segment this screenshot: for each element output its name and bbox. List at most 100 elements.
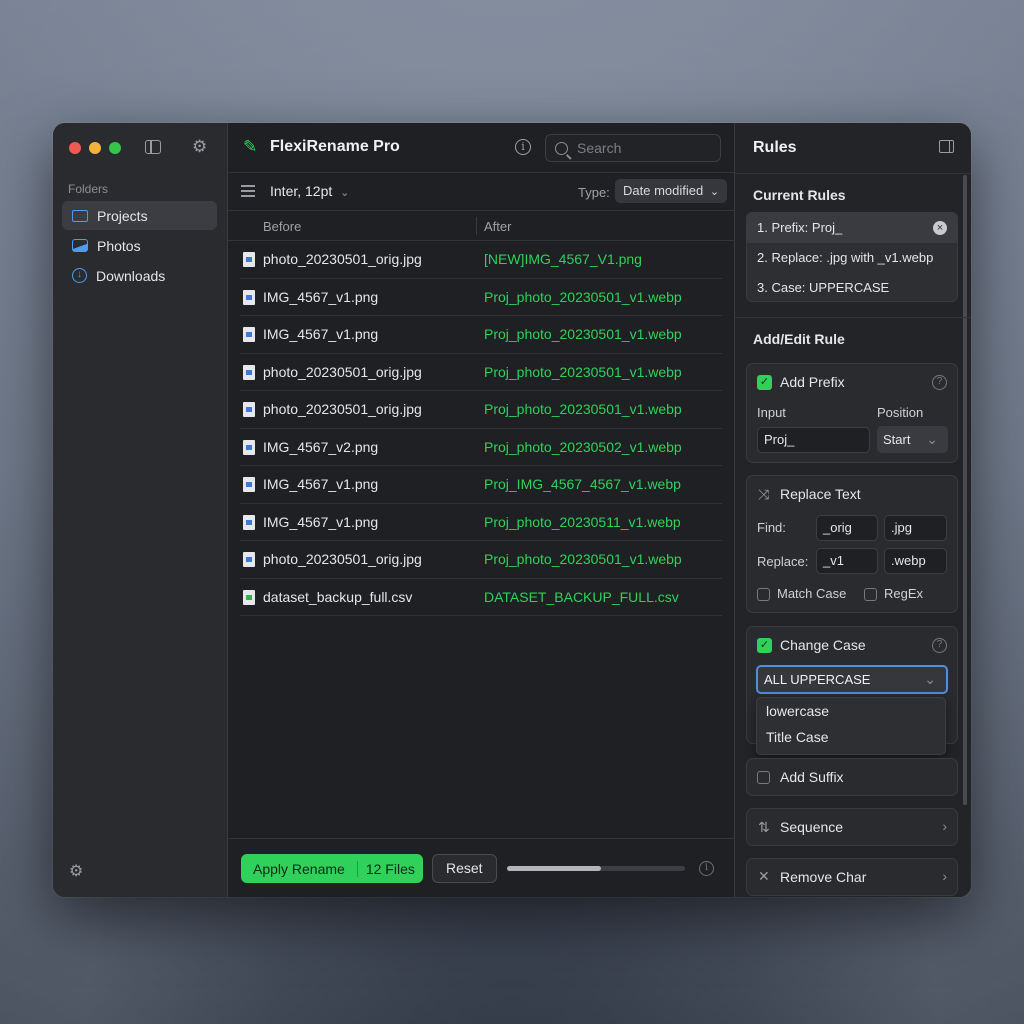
current-rules-heading: Current Rules — [753, 187, 846, 203]
type-select[interactable]: Date modified ⌄ — [615, 179, 728, 203]
sidebar-toggle-icon[interactable] — [145, 140, 161, 154]
before-filename: photo_20230501_orig.jpg — [263, 551, 422, 567]
add-edit-rule-heading: Add/Edit Rule — [753, 331, 845, 347]
column-header-before[interactable]: Before — [263, 219, 301, 234]
sidebar-item-downloads[interactable]: ↓ Downloads — [62, 261, 217, 290]
window-controls — [69, 142, 121, 154]
before-filename: IMG_4567_v2.png — [263, 438, 379, 455]
table-row[interactable]: IMG_4567_v1.png Proj_photo_20230501_v1.we… — [240, 316, 722, 354]
table-row[interactable]: IMG_4567_v1.png Proj_IMG_4567_4567_v1.web… — [240, 466, 722, 504]
divider — [735, 317, 971, 318]
table-body: photo_20230501_orig.jpg [NEW]IMG_4567_V1.… — [228, 241, 734, 616]
replace-input-1[interactable]: _v1 — [816, 548, 878, 574]
font-selector[interactable]: Inter, 12pt ⌄ — [270, 183, 349, 199]
table-header: Before After — [228, 211, 734, 241]
table-row[interactable]: photo_20230501_orig.jpg [NEW]IMG_4567_V1.… — [240, 241, 722, 279]
rule-item[interactable]: 1. Prefix: Proj_ × — [747, 213, 957, 243]
replace-label: Replace: — [757, 554, 809, 569]
info-icon[interactable]: i — [699, 861, 714, 876]
current-rules-list: 1. Prefix: Proj_ × 2. Replace: .jpg with… — [746, 212, 958, 302]
search-input[interactable] — [577, 140, 707, 156]
sidebar-item-photos[interactable]: Photos — [62, 231, 217, 260]
add-suffix-checkbox[interactable] — [757, 771, 770, 784]
chevron-down-icon: ⌄ — [924, 671, 936, 687]
change-case-card: ✓ Change Case ? ALL UPPERCASE ⌄ lowercas… — [746, 626, 958, 755]
column-divider[interactable] — [476, 217, 477, 235]
after-filename: Proj_photo_20230501_v1.webp — [484, 288, 682, 305]
sidebar-item-label: Photos — [97, 237, 141, 254]
help-icon[interactable]: ? — [932, 638, 947, 653]
prefix-input[interactable]: Proj_ — [757, 427, 870, 453]
image-file-icon — [243, 402, 255, 417]
after-filename: [NEW]IMG_4567_V1.png — [484, 251, 642, 267]
settings-gear-icon[interactable]: ⚙ — [69, 861, 83, 881]
replace-input-2[interactable]: .webp — [884, 548, 947, 574]
panel-toggle-icon[interactable] — [939, 140, 954, 153]
close-window-button[interactable] — [69, 142, 81, 154]
find-input-2[interactable]: .jpg — [884, 515, 947, 541]
table-row[interactable]: photo_20230501_orig.jpg Proj_photo_202305… — [240, 391, 722, 429]
image-file-icon — [243, 439, 255, 455]
table-row[interactable]: IMG_4567_v2.png Proj_photo_20230502_v1.we… — [240, 429, 722, 466]
case-select[interactable]: ALL UPPERCASE ⌄ — [756, 665, 948, 694]
table-row[interactable]: photo_20230501_orig.jpg Proj_photo_202305… — [240, 354, 722, 391]
table-row[interactable]: photo_20230501_orig.jpg Proj_photo_202305… — [240, 541, 722, 579]
add-prefix-checkbox[interactable]: ✓ — [757, 375, 772, 390]
download-icon: ↓ — [72, 268, 87, 283]
font-selector-value: Inter, 12pt — [270, 183, 333, 199]
add-prefix-card: ✓ Add Prefix ? Input Position Proj_ Star… — [746, 363, 958, 463]
table-row[interactable]: IMG_4567_v1.png Proj_photo_20230501_v1.we… — [240, 279, 722, 316]
sidebar-item-label: Projects — [97, 207, 148, 224]
find-input-1[interactable]: _orig — [816, 515, 878, 541]
list-icon[interactable] — [241, 185, 255, 197]
rule-item[interactable]: 2. Replace: .jpg with _v1.webp — [747, 243, 957, 273]
footer-bar: Apply Rename 12 Files Reset i — [228, 838, 734, 897]
info-icon[interactable]: i — [515, 139, 531, 155]
image-file-icon — [243, 514, 255, 530]
main-panel: ✎ FlexiRename Pro i Inter, 12pt ⌄ Type: … — [228, 123, 735, 897]
dropdown-option-title-case[interactable]: Title Case — [757, 724, 945, 750]
help-icon[interactable]: ? — [932, 375, 947, 390]
rule-item-label: 1. Prefix: Proj_ — [757, 220, 843, 235]
apply-rename-button[interactable]: Apply Rename 12 Files — [241, 854, 423, 883]
match-case-checkbox[interactable] — [757, 588, 770, 601]
input-label: Input — [757, 405, 786, 420]
rules-scrollbar[interactable] — [963, 175, 967, 805]
rule-item-label: 2. Replace: .jpg with _v1.webp — [757, 250, 934, 265]
remove-rule-icon[interactable]: × — [933, 221, 947, 235]
reset-button[interactable]: Reset — [432, 854, 497, 883]
regex-checkbox[interactable] — [864, 588, 877, 601]
before-filename: IMG_4567_v1.png — [263, 288, 379, 305]
add-suffix-title: Add Suffix — [780, 769, 844, 785]
column-header-after[interactable]: After — [484, 219, 511, 234]
folders-heading: Folders — [68, 182, 109, 196]
image-file-icon — [243, 477, 255, 492]
table-row[interactable]: IMG_4567_v1.png Proj_photo_20230511_v1.we… — [240, 504, 722, 541]
chevron-right-icon: › — [942, 818, 947, 834]
progress-bar — [507, 866, 685, 871]
sequence-card[interactable]: ⇅ Sequence › — [746, 808, 958, 846]
divider — [735, 173, 971, 174]
folder-icon — [72, 209, 88, 222]
search-field[interactable] — [545, 134, 721, 162]
case-select-value: ALL UPPERCASE — [764, 672, 871, 687]
add-suffix-card[interactable]: Add Suffix — [746, 758, 958, 796]
chevron-down-icon: ⌄ — [709, 186, 720, 198]
remove-char-card[interactable]: ✕ Remove Char › — [746, 858, 958, 896]
dropdown-option-lowercase[interactable]: lowercase — [757, 698, 945, 724]
rule-item[interactable]: 3. Case: UPPERCASE — [747, 273, 957, 301]
gear-icon[interactable]: ⚙ — [192, 137, 207, 157]
zoom-window-button[interactable] — [109, 142, 121, 154]
minimize-window-button[interactable] — [89, 142, 101, 154]
after-filename: Proj_photo_20230501_v1.webp — [484, 401, 682, 417]
position-select[interactable]: Start ⌄ — [877, 426, 948, 453]
after-filename: Proj_photo_20230501_v1.webp — [484, 551, 682, 567]
type-label: Type: — [578, 185, 610, 200]
sidebar-item-projects[interactable]: Projects — [62, 201, 217, 230]
after-filename: Proj_photo_20230501_v1.webp — [484, 363, 682, 380]
add-prefix-title: Add Prefix — [780, 374, 845, 390]
change-case-checkbox[interactable]: ✓ — [757, 638, 772, 653]
after-filename: Proj_photo_20230501_v1.webp — [484, 326, 682, 342]
table-row[interactable]: dataset_backup_full.csv DATASET_BACKUP_FU… — [240, 579, 722, 616]
before-filename: photo_20230501_orig.jpg — [263, 251, 422, 267]
